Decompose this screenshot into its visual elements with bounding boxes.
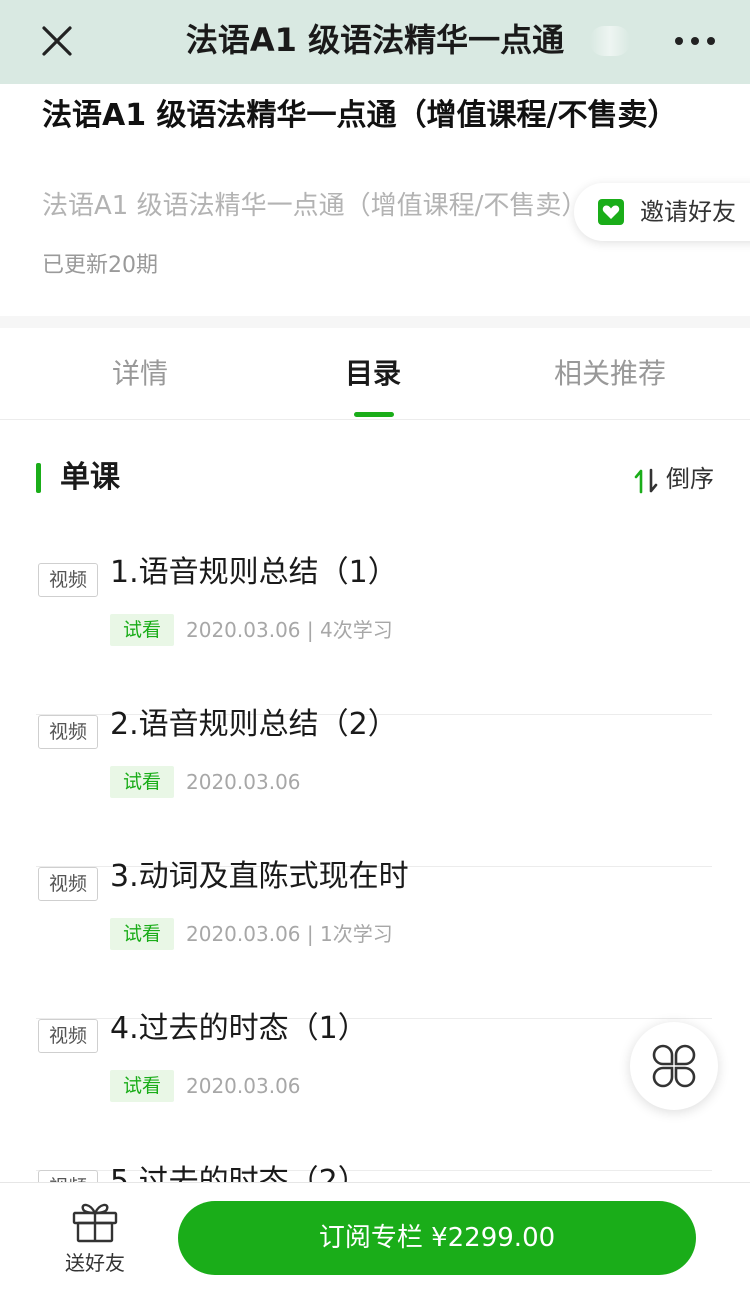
tab-bar: 详情 目录 相关推荐 bbox=[0, 328, 750, 420]
video-badge: 视频 bbox=[38, 715, 98, 749]
nav-title-fade bbox=[590, 26, 630, 56]
sort-order-button[interactable]: 倒序 bbox=[634, 460, 724, 500]
list-item[interactable]: 视频 4.过去的时态（1） 试看 2020.03.06 bbox=[36, 1011, 712, 1171]
trial-badge: 试看 bbox=[110, 918, 174, 950]
gift-to-friend-button[interactable]: 送好友 bbox=[50, 1197, 140, 1277]
gift-label: 送好友 bbox=[65, 1251, 125, 1275]
section-divider bbox=[0, 316, 750, 328]
invite-friend-label: 邀请好友 bbox=[640, 198, 736, 226]
tab-related[interactable]: 相关推荐 bbox=[554, 354, 666, 394]
subscribe-button[interactable]: 订阅专栏 ¥2299.00 bbox=[178, 1201, 696, 1275]
trial-badge: 试看 bbox=[110, 614, 174, 646]
lesson-title: 3.动词及直陈式现在时 bbox=[110, 859, 409, 894]
gift-icon bbox=[72, 1203, 118, 1243]
trial-badge: 试看 bbox=[110, 766, 174, 798]
lesson-title: 4.过去的时态（1） bbox=[110, 1011, 368, 1046]
sort-label: 倒序 bbox=[666, 465, 714, 493]
video-badge: 视频 bbox=[38, 867, 98, 901]
invite-friend-button[interactable]: 邀请好友 bbox=[574, 183, 750, 241]
top-nav-bar: 法语A1 级语法精华一点通 bbox=[0, 0, 750, 84]
video-badge: 视频 bbox=[38, 563, 98, 597]
heart-icon bbox=[598, 199, 624, 225]
course-subtitle: 法语A1 级语法精华一点通（增值课程/不售卖） bbox=[42, 191, 588, 221]
floating-menu-button[interactable] bbox=[630, 1022, 718, 1110]
tab-details[interactable]: 详情 bbox=[112, 354, 168, 394]
tab-catalog[interactable]: 目录 bbox=[345, 354, 401, 394]
grid-menu-icon bbox=[652, 1044, 696, 1088]
section-title: 单课 bbox=[60, 460, 120, 495]
lesson-meta: 2020.03.06 bbox=[186, 770, 301, 794]
lesson-meta: 2020.03.06 bbox=[186, 1074, 301, 1098]
update-count: 已更新20期 bbox=[42, 253, 158, 278]
close-icon[interactable] bbox=[38, 22, 76, 60]
lesson-meta: 2020.03.06 | 4次学习 bbox=[186, 618, 393, 642]
list-item[interactable]: 视频 1.语音规则总结（1） 试看 2020.03.06 | 4次学习 bbox=[36, 555, 712, 715]
list-item[interactable]: 视频 2.语音规则总结（2） 试看 2020.03.06 bbox=[36, 707, 712, 867]
lesson-title: 2.语音规则总结（2） bbox=[110, 707, 398, 742]
sort-icon bbox=[634, 468, 658, 494]
section-accent-bar bbox=[36, 463, 41, 493]
lesson-title: 1.语音规则总结（1） bbox=[110, 555, 398, 590]
course-title: 法语A1 级语法精华一点通（增值课程/不售卖） bbox=[42, 98, 678, 133]
more-dots-icon[interactable] bbox=[672, 26, 718, 56]
trial-badge: 试看 bbox=[110, 1070, 174, 1102]
video-badge: 视频 bbox=[38, 1019, 98, 1053]
nav-title: 法语A1 级语法精华一点通 bbox=[185, 21, 565, 59]
list-item[interactable]: 视频 3.动词及直陈式现在时 试看 2020.03.06 | 1次学习 bbox=[36, 859, 712, 1019]
bottom-action-bar: 送好友 订阅专栏 ¥2299.00 bbox=[0, 1182, 750, 1289]
lesson-meta: 2020.03.06 | 1次学习 bbox=[186, 922, 393, 946]
active-tab-indicator bbox=[354, 412, 394, 417]
